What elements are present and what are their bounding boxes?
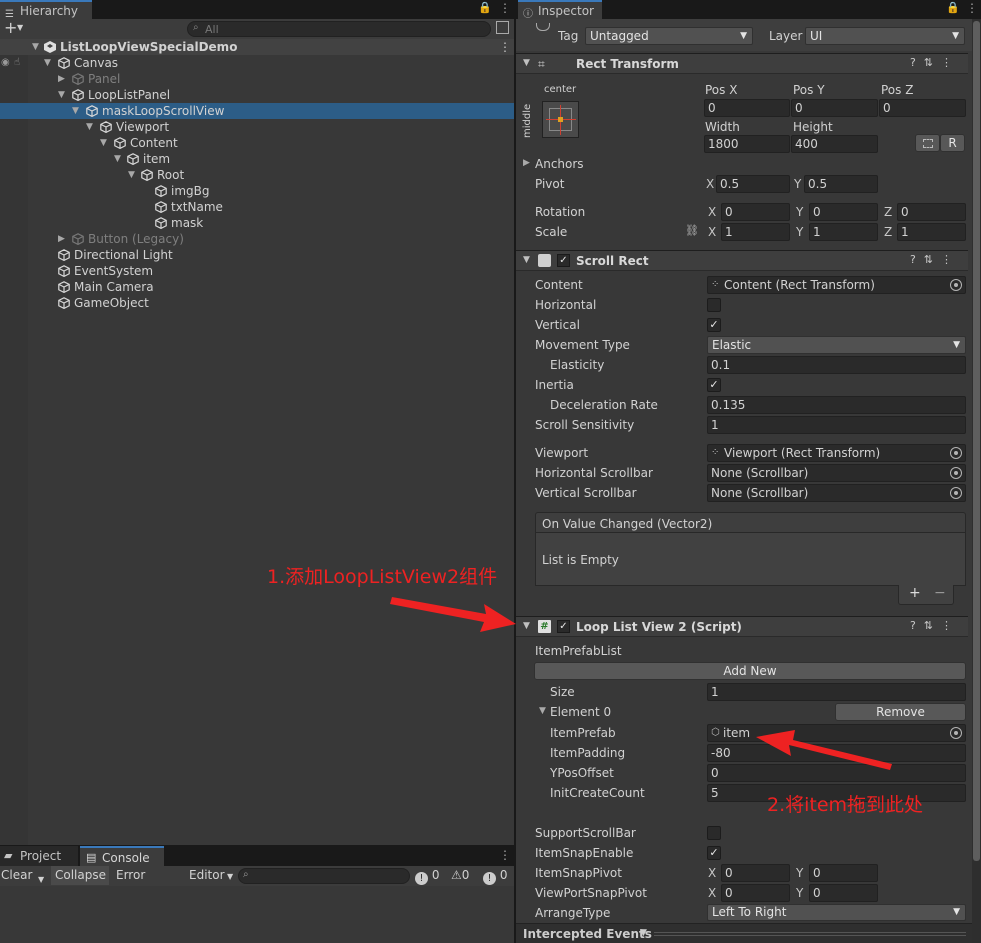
annotation-arrows <box>390 597 892 770</box>
arrow-2 <box>756 730 892 770</box>
arrow-1 <box>390 597 516 632</box>
